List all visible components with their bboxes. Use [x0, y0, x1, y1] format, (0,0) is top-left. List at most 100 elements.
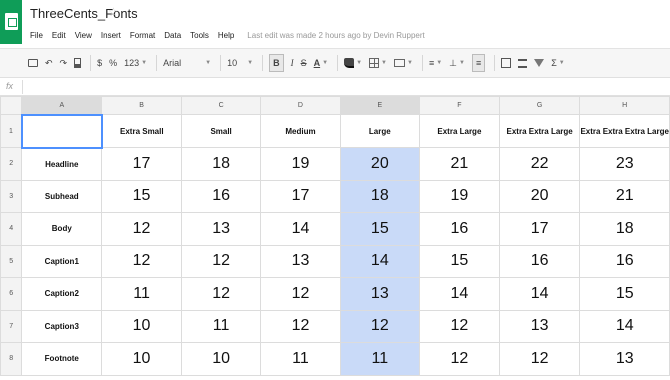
cell-value[interactable]: 12: [418, 309, 500, 343]
menu-data[interactable]: Data: [164, 31, 181, 40]
column-header-b[interactable]: B: [101, 96, 182, 115]
column-header-f[interactable]: F: [418, 96, 500, 115]
cell-value[interactable]: 20: [339, 147, 420, 181]
cell-value[interactable]: 12: [498, 342, 581, 376]
filter-button[interactable]: [534, 54, 545, 72]
fill-color-button[interactable]: ▼: [344, 54, 362, 72]
cell-value[interactable]: 18: [180, 147, 262, 181]
menu-file[interactable]: File: [30, 31, 43, 40]
menu-insert[interactable]: Insert: [101, 31, 121, 40]
cell-value[interactable]: 12: [180, 277, 262, 311]
cell-value[interactable]: 12: [418, 342, 500, 376]
strikethrough-button[interactable]: S: [301, 54, 307, 72]
more-formats-dropdown[interactable]: 123 ▼: [124, 54, 147, 72]
menu-edit[interactable]: Edit: [52, 31, 66, 40]
cell-value[interactable]: 11: [180, 309, 262, 343]
cell-value[interactable]: 16: [180, 179, 262, 213]
cell-value[interactable]: 19: [260, 147, 341, 181]
cell-row-label[interactable]: Footnote: [21, 342, 103, 376]
select-all-corner[interactable]: [0, 96, 23, 115]
cell-value[interactable]: 12: [260, 277, 341, 311]
wrap-text-button[interactable]: ≡: [471, 54, 486, 72]
cell-value[interactable]: 15: [579, 277, 670, 311]
cell-value[interactable]: 15: [101, 179, 182, 213]
cell-value[interactable]: 23: [579, 147, 670, 181]
row-header[interactable]: 5: [0, 244, 23, 278]
menu-tools[interactable]: Tools: [190, 31, 209, 40]
menu-format[interactable]: Format: [130, 31, 155, 40]
borders-button[interactable]: ▼: [369, 54, 387, 72]
cell-value[interactable]: 17: [101, 147, 182, 181]
column-header-a[interactable]: A: [21, 96, 103, 115]
cell-value[interactable]: 14: [418, 277, 500, 311]
cell-row-label[interactable]: Caption3: [21, 309, 103, 343]
column-header-g[interactable]: G: [498, 96, 581, 115]
column-header-e[interactable]: E: [339, 96, 420, 115]
insert-comment-button[interactable]: [501, 54, 512, 72]
cell-size-header[interactable]: Extra Extra Extra Large: [579, 114, 670, 148]
row-header[interactable]: 6: [0, 277, 23, 311]
cell-value[interactable]: 16: [418, 212, 500, 246]
cell-value[interactable]: 10: [180, 342, 262, 376]
cell-row-label[interactable]: Subhead: [21, 179, 103, 213]
row-header[interactable]: 2: [0, 147, 23, 181]
italic-button[interactable]: I: [291, 54, 294, 72]
cell-value[interactable]: 15: [339, 212, 420, 246]
row-header[interactable]: 7: [0, 309, 23, 343]
cell-size-header[interactable]: Extra Extra Large: [498, 114, 581, 148]
cell-value[interactable]: 12: [180, 244, 262, 278]
star-icon[interactable]: ☆: [108, 5, 119, 19]
cell-value[interactable]: 12: [339, 309, 420, 343]
cell-value[interactable]: 22: [498, 147, 581, 181]
currency-format-button[interactable]: $: [97, 54, 102, 72]
horizontal-align-button[interactable]: ≡ ▼: [429, 54, 442, 72]
cell-value[interactable]: 13: [260, 244, 341, 278]
cell-size-header[interactable]: Extra Large: [418, 114, 500, 148]
undo-button[interactable]: ↶: [45, 54, 53, 72]
cell-value[interactable]: 10: [101, 342, 182, 376]
cell-value[interactable]: 18: [579, 212, 670, 246]
insert-chart-button[interactable]: [518, 54, 528, 72]
row-header[interactable]: 4: [0, 212, 23, 246]
cell-value[interactable]: 13: [180, 212, 262, 246]
last-edit-link[interactable]: Last edit was made 2 hours ago by Devin …: [247, 31, 424, 40]
cell-value[interactable]: 13: [579, 342, 670, 376]
cell-value[interactable]: 11: [101, 277, 182, 311]
cell-a1[interactable]: [20, 113, 103, 149]
cell-value[interactable]: 13: [339, 277, 420, 311]
menu-view[interactable]: View: [75, 31, 92, 40]
merge-cells-button[interactable]: ▼: [393, 54, 413, 72]
cell-value[interactable]: 20: [498, 179, 581, 213]
functions-button[interactable]: Σ ▼: [551, 54, 565, 72]
percent-format-button[interactable]: %: [109, 54, 117, 72]
cell-size-header[interactable]: Extra Small: [101, 114, 182, 148]
document-title[interactable]: ThreeCents_Fonts: [30, 6, 138, 21]
cell-value[interactable]: 21: [418, 147, 500, 181]
cell-row-label[interactable]: Caption1: [21, 244, 103, 278]
cell-value[interactable]: 21: [579, 179, 670, 213]
cell-size-header[interactable]: Large: [339, 114, 420, 148]
cell-value[interactable]: 12: [101, 244, 182, 278]
cell-size-header[interactable]: Medium: [260, 114, 341, 148]
cell-value[interactable]: 14: [498, 277, 581, 311]
print-button[interactable]: [28, 54, 38, 72]
paint-format-button[interactable]: [74, 54, 82, 72]
column-header-d[interactable]: D: [260, 96, 341, 115]
text-color-button[interactable]: A ▼: [314, 54, 328, 72]
cell-value[interactable]: 16: [579, 244, 670, 278]
cell-value[interactable]: 11: [339, 342, 420, 376]
cell-value[interactable]: 11: [260, 342, 341, 376]
cell-value[interactable]: 16: [498, 244, 581, 278]
cell-value[interactable]: 17: [498, 212, 581, 246]
cell-value[interactable]: 15: [418, 244, 500, 278]
cell-row-label[interactable]: Headline: [21, 147, 103, 181]
cell-value[interactable]: 14: [339, 244, 420, 278]
cell-value[interactable]: 10: [101, 309, 182, 343]
cell-size-header[interactable]: Small: [180, 114, 262, 148]
cell-value[interactable]: 12: [101, 212, 182, 246]
redo-button[interactable]: ↷: [60, 54, 68, 72]
cell-value[interactable]: 18: [339, 179, 420, 213]
cell-value[interactable]: 14: [579, 309, 670, 343]
row-header[interactable]: 3: [0, 179, 23, 213]
cell-value[interactable]: 19: [418, 179, 500, 213]
